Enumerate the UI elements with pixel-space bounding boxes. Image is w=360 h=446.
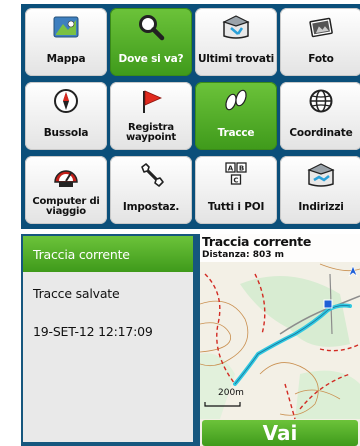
compass-icon xyxy=(51,86,81,116)
svg-text:C: C xyxy=(233,177,238,185)
menu-item-label: Foto xyxy=(308,53,334,65)
map-preview[interactable]: Traccia corrente Distanza: 803 m 200m Va… xyxy=(200,234,360,446)
photo-icon xyxy=(306,12,336,42)
menu-item-label: Registra waypoint xyxy=(126,122,176,143)
svg-text:A: A xyxy=(228,165,234,173)
menu-item-label: Impostaz. xyxy=(122,201,180,213)
menu-item-label: Indirizzi xyxy=(298,201,344,213)
menu-item-tracks[interactable]: Tracce xyxy=(195,82,277,150)
trip-computer-icon xyxy=(51,160,81,190)
poi-icon: A B C xyxy=(221,160,251,190)
menu-item-settings[interactable]: Impostaz. xyxy=(110,156,192,224)
menu-item-compass[interactable]: Bussola xyxy=(25,82,107,150)
track-distance: Distanza: 803 m xyxy=(202,250,285,260)
menu-item-recent-finds[interactable]: Ultimi trovati xyxy=(195,8,277,76)
menu-item-label: Dove si va? xyxy=(118,53,184,65)
svg-text:B: B xyxy=(239,165,244,173)
list-item-saved-track-date[interactable]: 19-SET-12 12:17:09 xyxy=(23,314,193,348)
menu-item-label: Tracce xyxy=(217,127,255,139)
menu-item-label: Mappa xyxy=(46,53,86,65)
scale-label: 200m xyxy=(218,388,244,398)
map-title: Traccia corrente xyxy=(202,234,312,249)
main-menu: Mappa Dove si va? Ultimi trovati Foto Bu… xyxy=(21,4,360,229)
tracks-screen: Traccia corrente Tracce salvate 19-SET-1… xyxy=(21,234,360,446)
menu-item-label: Tutti i POI xyxy=(207,201,265,213)
menu-item-map[interactable]: Mappa xyxy=(25,8,107,76)
footprints-icon xyxy=(221,86,251,116)
menu-item-label: Coordinate xyxy=(289,127,353,139)
search-icon xyxy=(136,12,166,42)
flag-icon xyxy=(136,86,166,116)
recent-finds-icon xyxy=(221,12,251,42)
map-canvas xyxy=(200,234,360,446)
menu-item-where-to[interactable]: Dove si va? xyxy=(110,8,192,76)
go-button[interactable]: Vai xyxy=(202,420,358,446)
menu-item-label: Computer di viaggio xyxy=(32,196,100,217)
globe-icon xyxy=(306,86,336,116)
list-item-label: Traccia corrente xyxy=(33,246,130,262)
track-list: Traccia corrente Tracce salvate 19-SET-1… xyxy=(23,236,193,442)
address-icon xyxy=(306,160,336,190)
map-icon xyxy=(51,12,81,42)
list-item-saved-tracks[interactable]: Tracce salvate xyxy=(23,276,193,310)
menu-item-all-poi[interactable]: A B C Tutti i POI xyxy=(195,156,277,224)
menu-item-coordinates[interactable]: Coordinate xyxy=(280,82,360,150)
menu-item-label: Bussola xyxy=(43,127,89,139)
wrench-icon xyxy=(136,160,166,190)
menu-item-mark-waypoint[interactable]: Registra waypoint xyxy=(110,82,192,150)
menu-item-label: Ultimi trovati xyxy=(197,53,275,65)
menu-item-photo[interactable]: Foto xyxy=(280,8,360,76)
list-item-current-track[interactable]: Traccia corrente xyxy=(23,236,193,272)
menu-item-trip-computer[interactable]: Computer di viaggio xyxy=(25,156,107,224)
list-item-label: Tracce salvate xyxy=(33,285,120,301)
list-item-label: 19-SET-12 12:17:09 xyxy=(33,323,153,339)
menu-item-addresses[interactable]: Indirizzi xyxy=(280,156,360,224)
